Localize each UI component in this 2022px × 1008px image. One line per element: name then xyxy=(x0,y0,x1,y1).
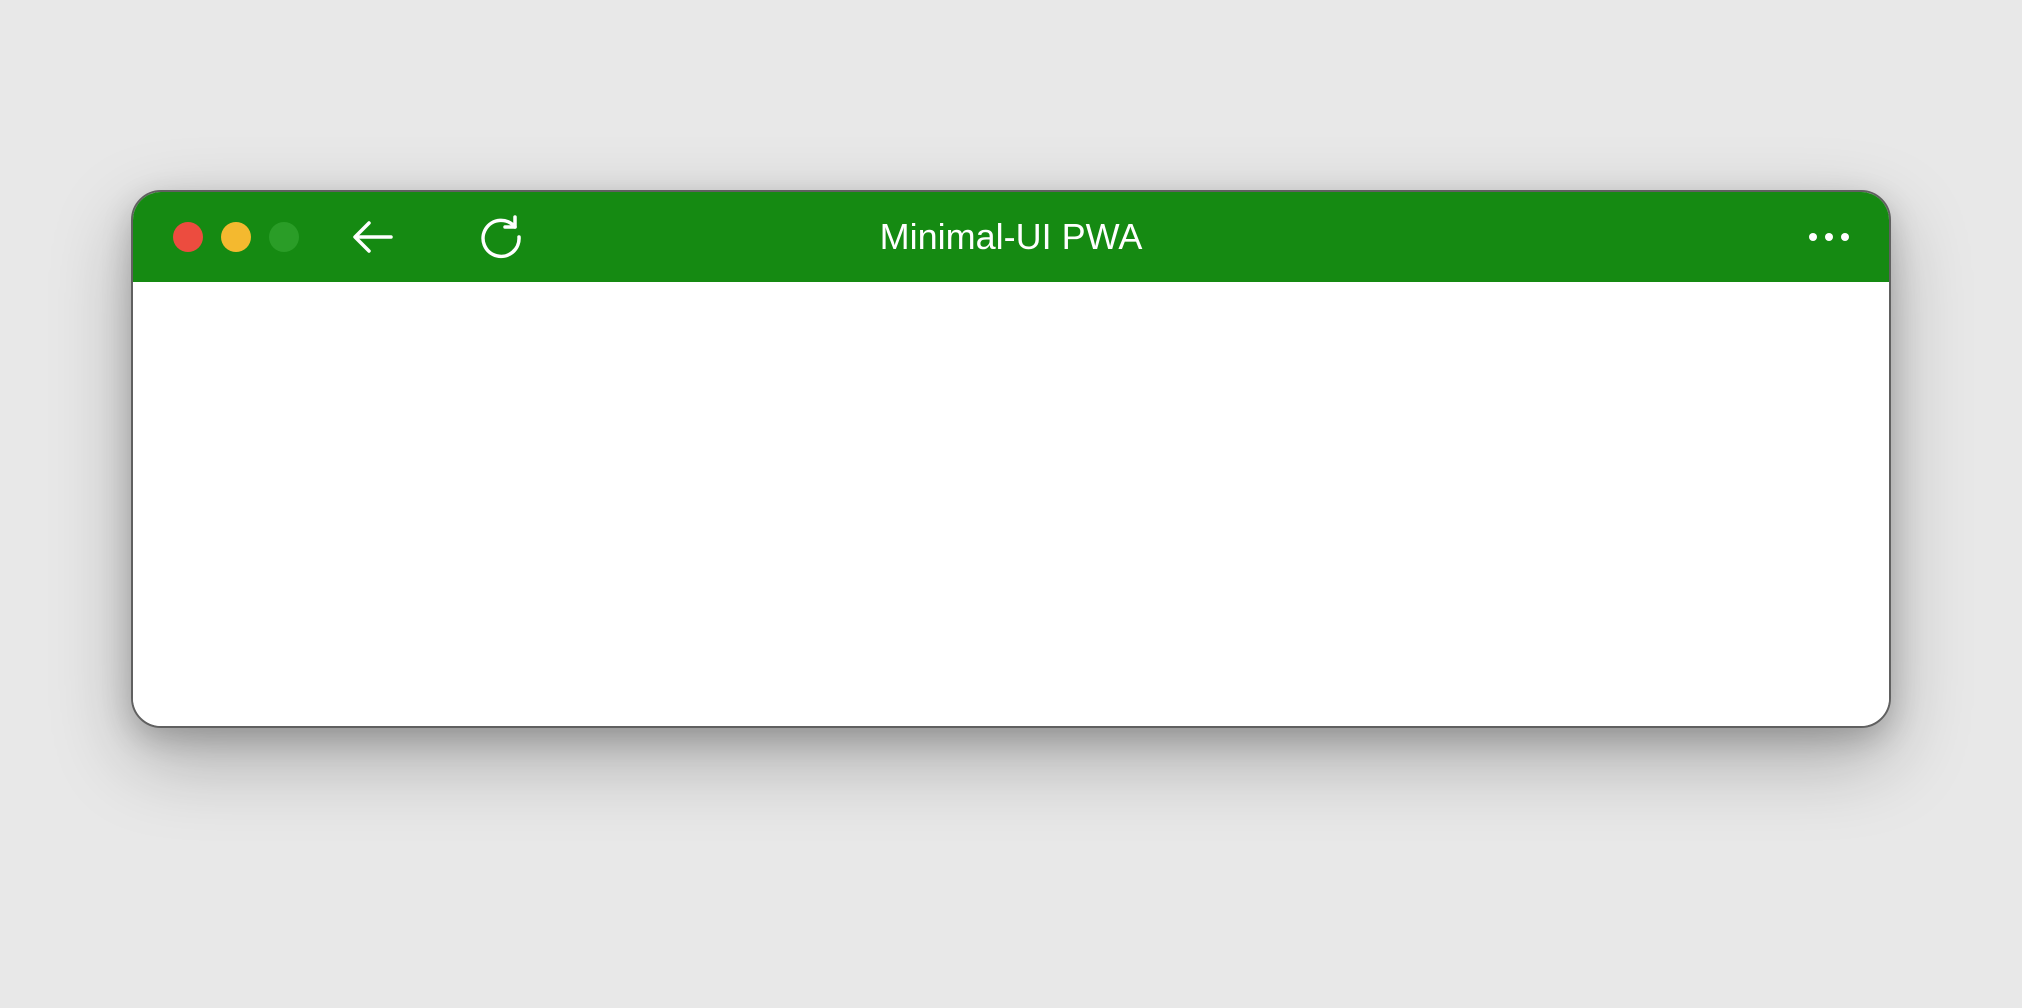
traffic-lights xyxy=(173,222,299,252)
back-arrow-icon xyxy=(349,213,397,261)
window-title: Minimal-UI PWA xyxy=(880,216,1143,258)
back-button[interactable] xyxy=(349,213,397,261)
more-button[interactable] xyxy=(1809,233,1849,241)
more-dots-icon xyxy=(1841,233,1849,241)
titlebar: Minimal-UI PWA xyxy=(133,192,1889,282)
app-window: Minimal-UI PWA xyxy=(131,190,1891,728)
more-dots-icon xyxy=(1809,233,1817,241)
reload-icon xyxy=(479,215,523,259)
content-area xyxy=(133,282,1889,726)
close-button[interactable] xyxy=(173,222,203,252)
more-dots-icon xyxy=(1825,233,1833,241)
nav-controls xyxy=(349,213,525,261)
minimize-button[interactable] xyxy=(221,222,251,252)
reload-button[interactable] xyxy=(477,213,525,261)
maximize-button[interactable] xyxy=(269,222,299,252)
